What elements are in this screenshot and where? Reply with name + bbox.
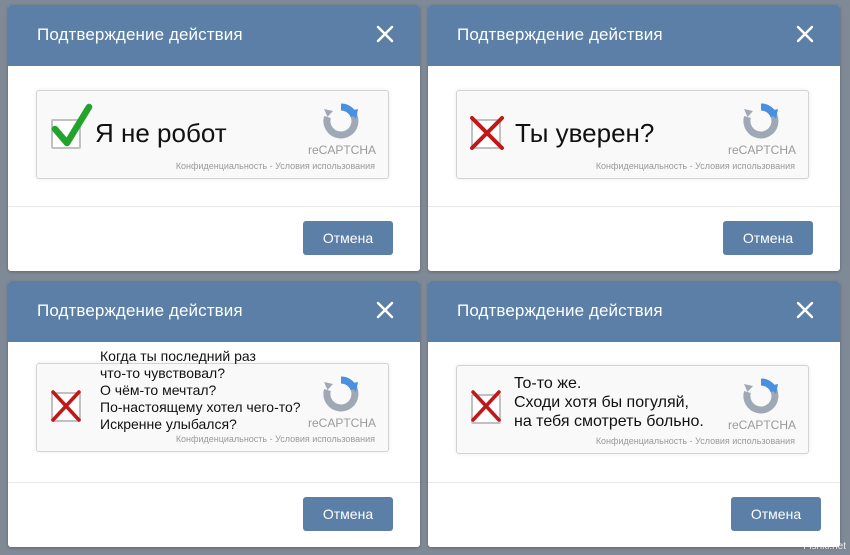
footer-divider [428, 482, 840, 483]
recaptcha-label: reCAPTCHA [728, 143, 797, 157]
captcha-label: Я не робот [95, 118, 227, 148]
cancel-button[interactable]: Отмена [723, 221, 813, 255]
recaptcha-label: reCAPTCHA [308, 143, 377, 157]
recaptcha-logo-icon [323, 376, 359, 412]
confirm-dialog-1: Подтверждение действия Я не робот reCAPT… [8, 5, 420, 271]
recaptcha-logo-icon [743, 378, 779, 414]
cancel-button[interactable]: Отмена [731, 497, 821, 531]
dialog-header: Подтверждение действия [428, 281, 840, 342]
watermark: Fishki.net [803, 541, 846, 552]
dialog-title: Подтверждение действия [457, 25, 663, 44]
confirm-dialog-3: Подтверждение действия reCAPTCHA Конфиде… [8, 281, 420, 547]
close-icon[interactable] [792, 297, 818, 323]
close-icon[interactable] [792, 21, 818, 47]
dialog-title: Подтверждение действия [457, 301, 663, 320]
confirm-dialog-4: Подтверждение действия То-то же. Сходи х… [428, 281, 840, 547]
dialog-header: Подтверждение действия [8, 5, 420, 66]
recaptcha-widget: Ты уверен? reCAPTCHA Конфиденциальность … [456, 90, 809, 179]
footer-divider [428, 206, 840, 207]
captcha-line: О чём-то мечтал? [100, 382, 217, 398]
captcha-line: на тебя смотреть больно. [514, 413, 704, 430]
footer-divider [8, 482, 420, 483]
recaptcha-widget: То-то же. Сходи хотя бы погуляй, на тебя… [456, 365, 809, 454]
confirm-dialog-2: Подтверждение действия Ты уверен? reCAPT… [428, 5, 840, 271]
close-icon[interactable] [372, 21, 398, 47]
dialog-header: Подтверждение действия [8, 281, 420, 342]
privacy-terms-link[interactable]: Конфиденциальность - Условия использован… [176, 161, 375, 171]
cross-mark-icon [471, 390, 501, 422]
recaptcha-widget: Я не робот reCAPTCHA Конфиденциальность … [36, 90, 389, 179]
captcha-message: То-то же. Сходи хотя бы погуляй, на тебя… [514, 374, 704, 431]
cross-mark-icon [470, 116, 504, 150]
cross-mark-icon [51, 390, 81, 422]
recaptcha-logo-icon [323, 103, 359, 139]
recaptcha-label: reCAPTCHA [728, 418, 797, 432]
captcha-message: Когда ты последний раз что-то чувствовал… [100, 348, 301, 433]
recaptcha-label: reCAPTCHA [308, 416, 377, 430]
recaptcha-logo-icon [743, 103, 779, 139]
close-icon[interactable] [372, 297, 398, 323]
privacy-terms-link[interactable]: Конфиденциальность - Условия использован… [176, 434, 375, 444]
dialog-header: Подтверждение действия [428, 5, 840, 66]
captcha-line: Когда ты последний раз [100, 348, 256, 364]
cancel-button[interactable]: Отмена [303, 497, 393, 531]
cancel-button[interactable]: Отмена [303, 221, 393, 255]
captcha-line: По-настоящему хотел чего-то? [100, 399, 301, 415]
footer-divider [8, 206, 420, 207]
dialog-title: Подтверждение действия [37, 25, 243, 44]
captcha-line: То-то же. [514, 375, 582, 392]
privacy-terms-link[interactable]: Конфиденциальность - Условия использован… [596, 436, 795, 446]
captcha-line: Искренне улыбался? [100, 416, 237, 432]
captcha-line: Сходи хотя бы погуляй, [514, 394, 689, 411]
dialog-title: Подтверждение действия [37, 301, 243, 320]
captcha-label: Ты уверен? [515, 118, 655, 148]
captcha-line: что-то чувствовал? [100, 365, 226, 381]
checkmark-icon [51, 103, 93, 147]
privacy-terms-link[interactable]: Конфиденциальность - Условия использован… [596, 161, 795, 171]
